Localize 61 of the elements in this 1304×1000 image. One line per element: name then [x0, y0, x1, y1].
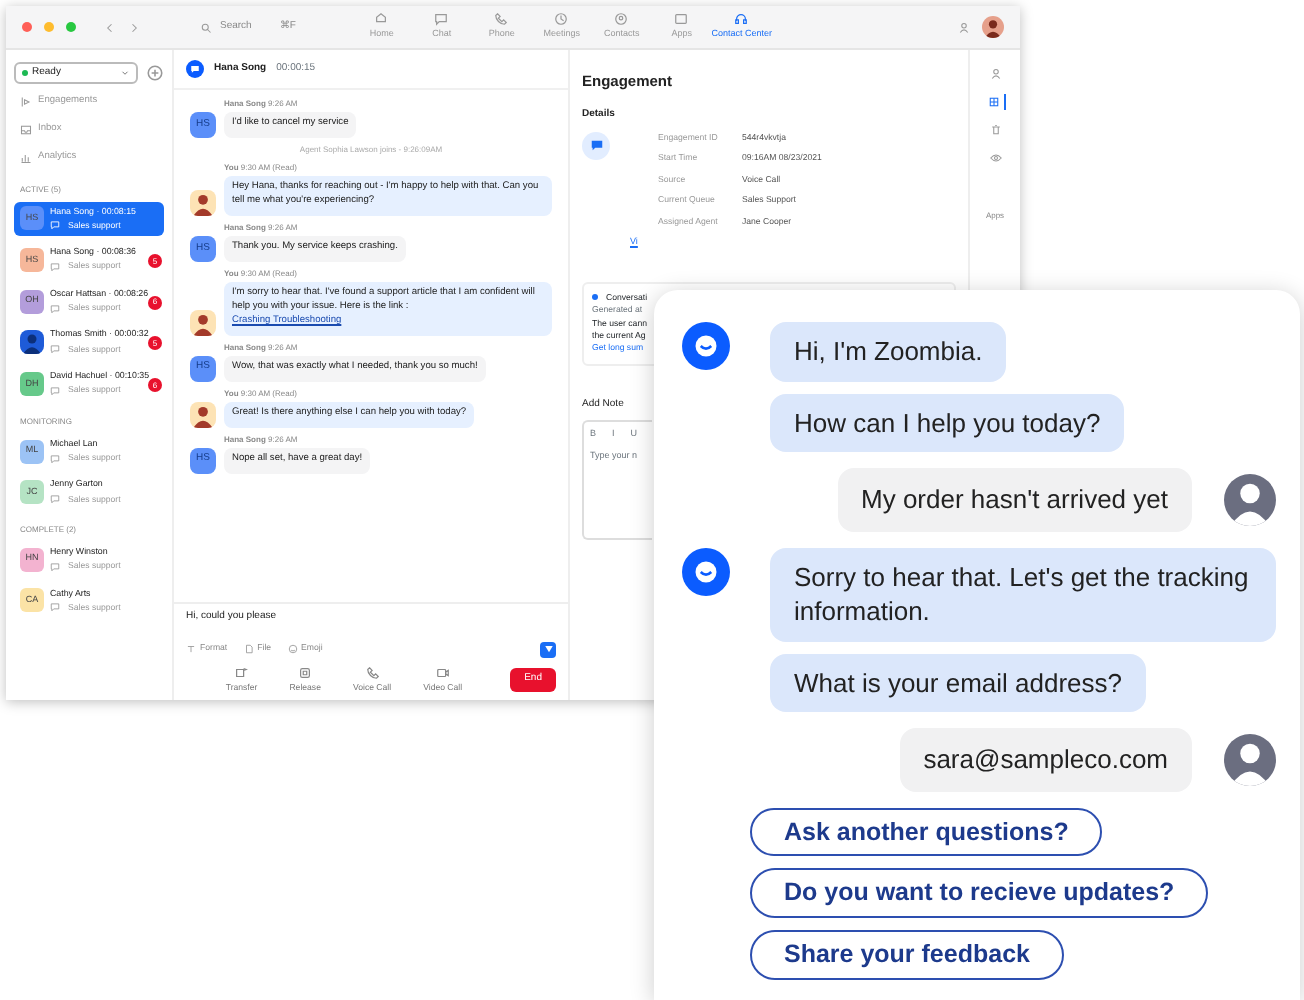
status-dot [22, 70, 28, 76]
window-control[interactable] [66, 22, 76, 32]
phone-icon [494, 12, 509, 27]
headset-icon [734, 12, 749, 27]
video-camera-icon [435, 665, 450, 680]
bot-message: Sorry to hear that. Let's get the tracking information. [770, 547, 1276, 642]
phone-icon [365, 665, 380, 680]
window-icon [674, 12, 689, 27]
bar-chart-icon [20, 151, 32, 164]
strip-tab[interactable] [984, 94, 1006, 110]
chat-badge-icon [186, 60, 204, 78]
chat-bubble-icon [50, 262, 60, 273]
person-icon [958, 21, 970, 33]
send-button[interactable] [540, 641, 556, 658]
details-icon [582, 131, 610, 160]
avatar [190, 309, 216, 336]
bot-message: How can I help you today? [770, 393, 1125, 453]
user-message: My order hasn't arrived yet [837, 468, 1192, 532]
chat-bubble-icon [50, 303, 60, 314]
quick-reply-button[interactable]: Ask another questions? [750, 807, 1103, 857]
profile-avatar [982, 16, 1004, 38]
bot-avatar [682, 322, 730, 370]
clock-icon [554, 12, 569, 27]
chat-bubble-icon [50, 561, 60, 572]
person-icon [989, 68, 1001, 80]
search-icon [200, 21, 212, 33]
quick-reply-button[interactable]: Share your feedback [750, 930, 1064, 980]
trash-icon [989, 124, 1001, 136]
smiley-icon [287, 644, 298, 655]
avatar [190, 401, 216, 428]
document-icon [243, 644, 254, 655]
chat-bubble-icon [50, 602, 60, 613]
chat-bubble-icon [434, 12, 449, 27]
chat-bubble-icon [50, 220, 60, 231]
window-control[interactable] [44, 22, 54, 32]
avatar [190, 189, 216, 216]
strip-tab[interactable] [985, 150, 1005, 166]
user-avatar [1224, 473, 1276, 526]
user-message: sara@sampleco.com [899, 728, 1192, 792]
bot-avatar [682, 547, 730, 596]
user-avatar [1224, 733, 1276, 786]
window-control[interactable] [22, 22, 32, 32]
caret-icon [120, 68, 130, 78]
home-icon [374, 12, 389, 27]
bot-message: What is your email address? [770, 653, 1147, 713]
transfer-icon [234, 665, 249, 680]
chat-bubble-icon [50, 494, 60, 505]
summary-dot [592, 294, 598, 301]
bot-message: Hi, I'm Zoombia. [770, 322, 1007, 382]
text-format-icon [186, 644, 196, 655]
eye-icon [989, 152, 1001, 164]
quick-reply-button[interactable]: Do you want to recieve updates? [750, 868, 1209, 919]
chat-bubble-icon [50, 453, 60, 464]
chat-bubble-icon [50, 385, 60, 396]
add-icon [146, 64, 164, 82]
chat-bubble-icon [50, 344, 60, 355]
square-icon [298, 665, 313, 680]
grid-icon [988, 96, 1000, 108]
inbox-icon [20, 123, 32, 136]
play-flag-icon [20, 95, 32, 108]
add-button[interactable] [146, 64, 164, 82]
